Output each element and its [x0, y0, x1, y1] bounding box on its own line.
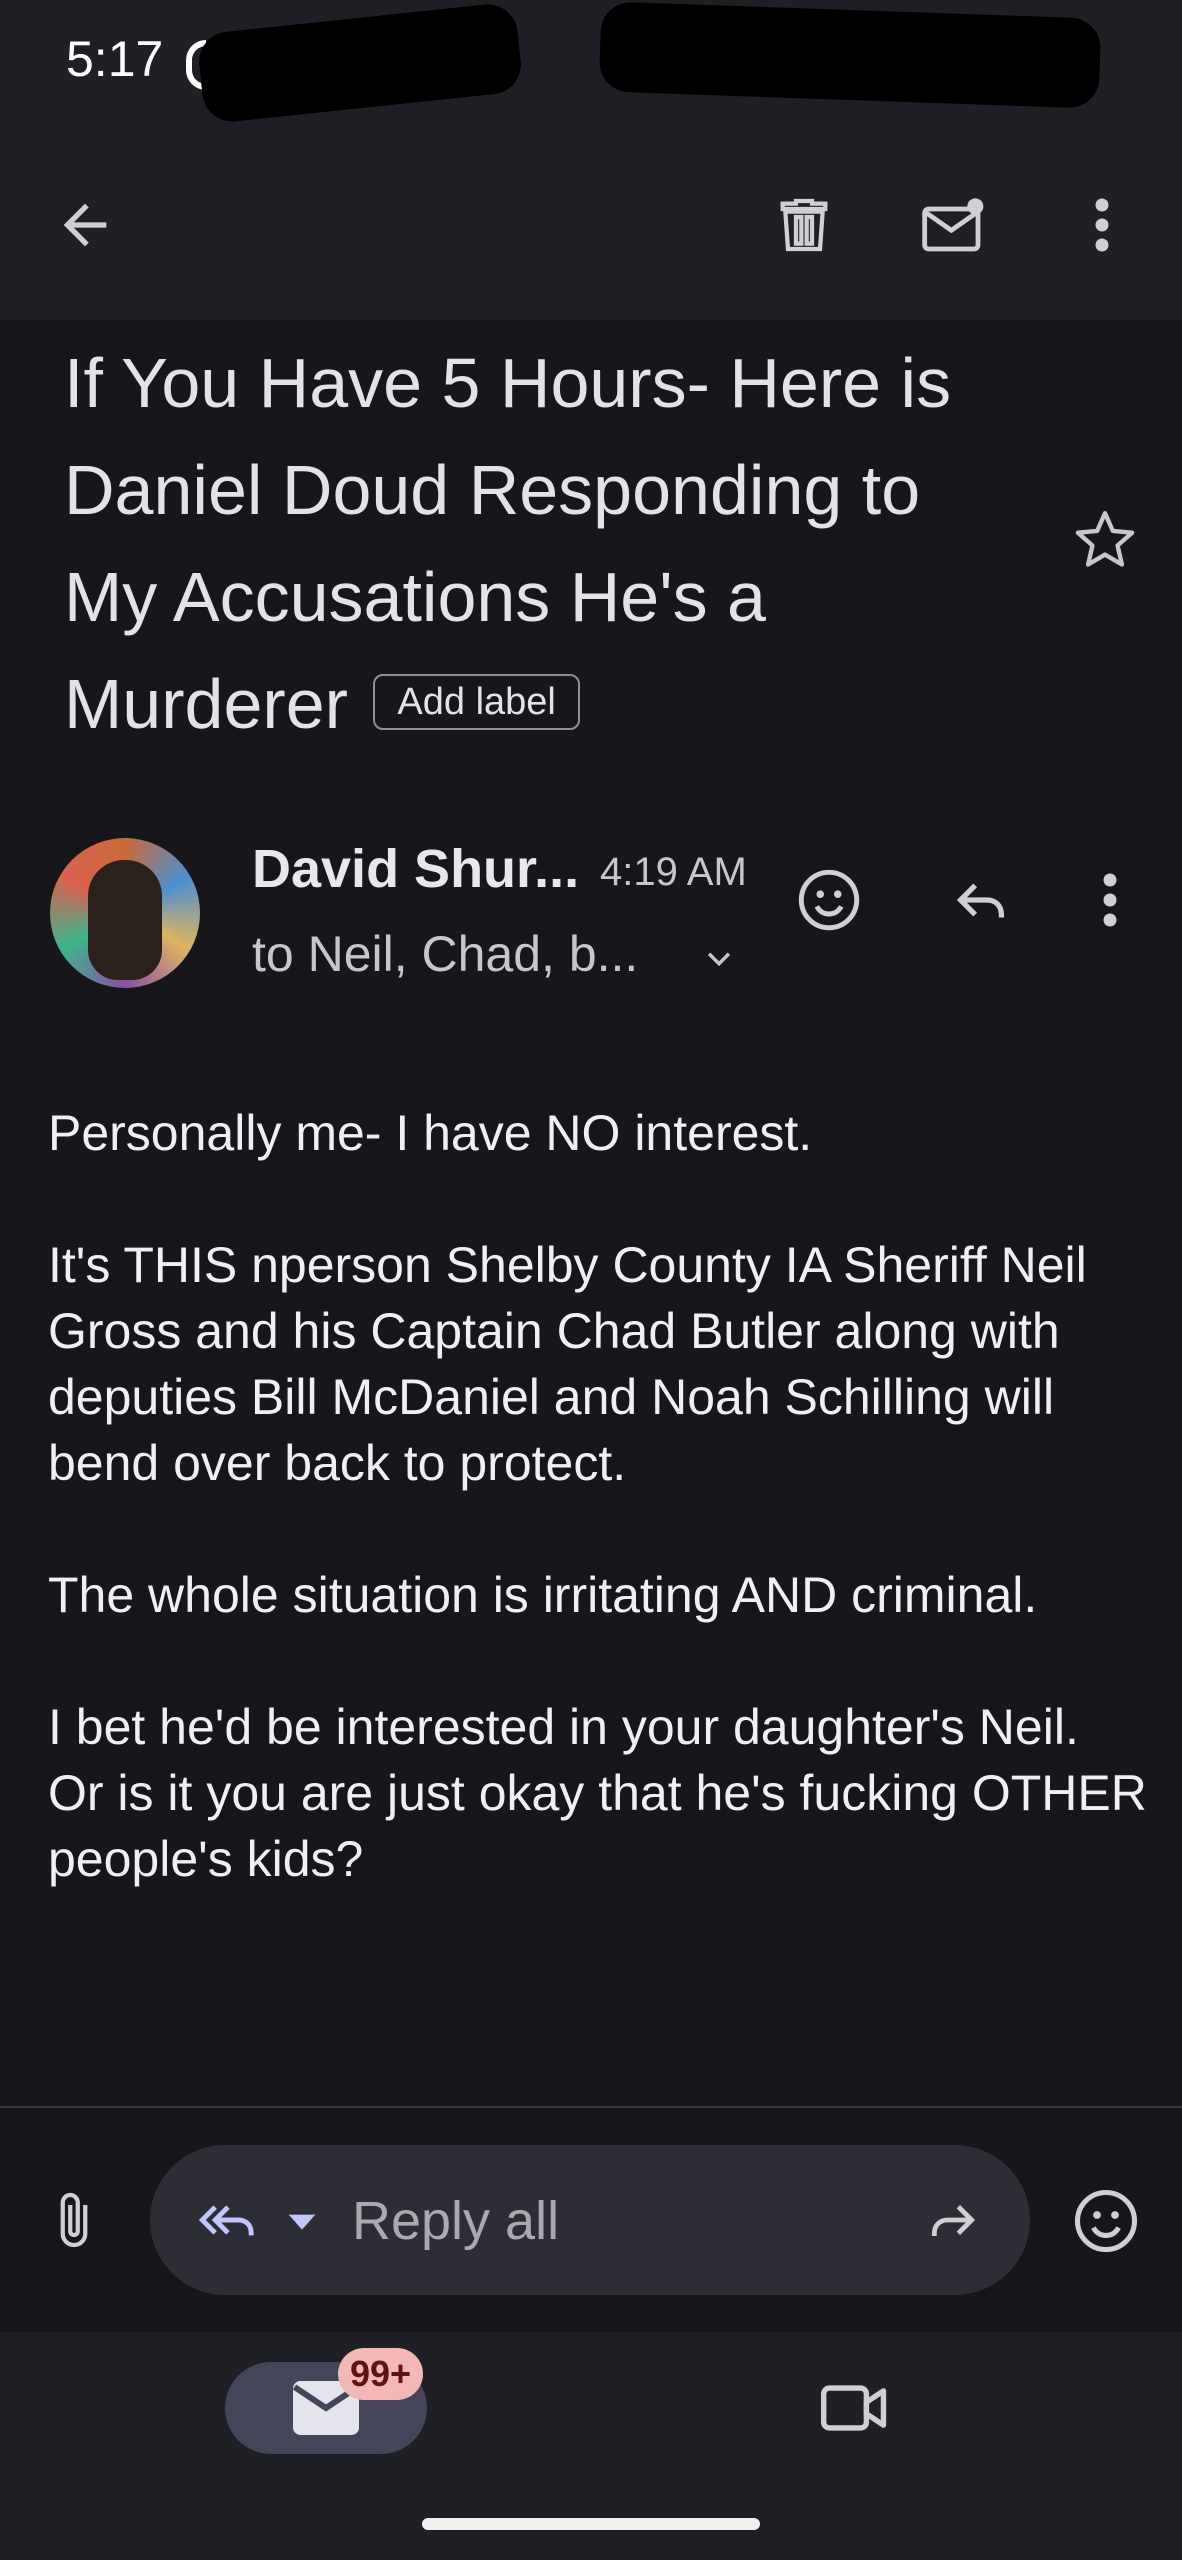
recipients-text: to Neil, Chad, b... — [252, 926, 639, 982]
body-paragraph: The whole situation is irritating AND cr… — [48, 1567, 1038, 1623]
body-paragraph: I bet he'd be interested in your daughte… — [48, 1699, 1147, 1887]
back-arrow-icon[interactable] — [45, 185, 125, 265]
recipients-line[interactable]: to Neil, Chad, b... — [252, 925, 736, 987]
star-icon[interactable] — [1070, 505, 1140, 580]
redaction-mark — [598, 1, 1102, 109]
reply-all-placeholder[interactable]: Reply all — [352, 2190, 559, 2252]
email-body: Personally me- I have NO interest. It's … — [48, 1100, 1148, 1958]
reply-all-icon[interactable] — [192, 2188, 264, 2257]
status-time: 5:17 — [66, 31, 164, 87]
redaction-mark — [196, 1, 524, 125]
more-vert-icon[interactable] — [1062, 185, 1142, 265]
message-more-icon[interactable] — [1100, 870, 1120, 935]
avatar-dog-image — [88, 860, 162, 980]
reply-icon[interactable] — [946, 865, 1016, 940]
reply-dropdown-icon[interactable] — [282, 2208, 322, 2243]
avatar[interactable] — [50, 838, 200, 988]
status-bar: 5:17 — [0, 0, 1182, 130]
body-paragraph: Personally me- I have NO interest. — [48, 1105, 813, 1161]
mark-unread-icon[interactable] — [914, 185, 994, 265]
sender-name[interactable]: David Shur... — [252, 838, 579, 900]
attachment-icon[interactable] — [44, 2185, 104, 2260]
unread-count-badge: 99+ — [338, 2348, 424, 2400]
add-label-button[interactable]: Add label — [373, 673, 580, 730]
chevron-down-icon[interactable] — [702, 929, 736, 987]
emoji-reaction-icon[interactable] — [794, 865, 864, 940]
home-indicator[interactable] — [422, 2518, 760, 2530]
email-subject: If You Have 5 Hours- Here is Daniel Doud… — [64, 330, 1024, 758]
body-paragraph: It's THIS nperson Shelby County IA Sheri… — [48, 1237, 1087, 1491]
forward-icon[interactable] — [918, 2188, 988, 2257]
trash-icon[interactable] — [764, 185, 844, 265]
email-toolbar — [0, 130, 1182, 320]
video-meet-icon[interactable] — [818, 2378, 892, 2443]
email-time: 4:19 AM — [600, 850, 747, 894]
emoji-icon[interactable] — [1070, 2185, 1142, 2262]
